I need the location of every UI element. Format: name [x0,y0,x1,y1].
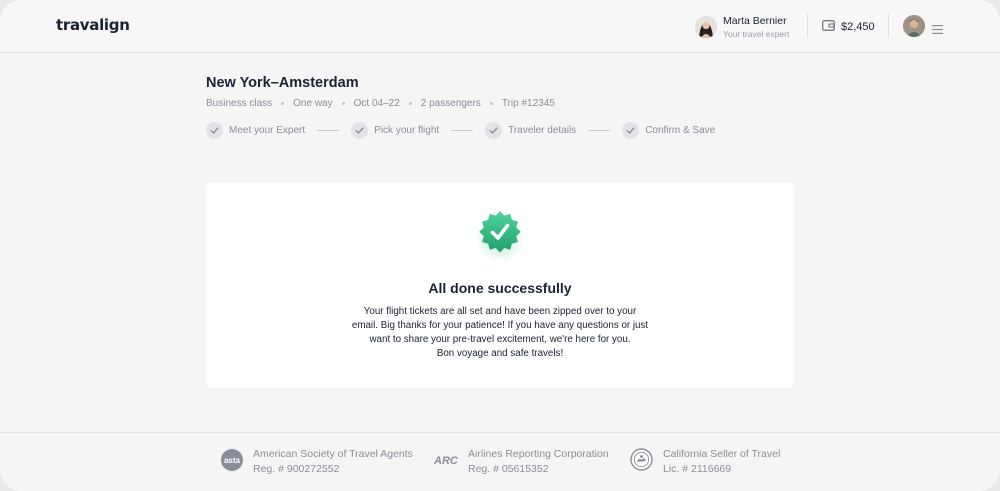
expert-role: Your travel expert [723,28,790,39]
step-label: Confirm & Save [645,125,716,136]
success-card: All done successfully Your flight ticket… [206,183,794,388]
step-label: Meet your Expert [229,125,306,136]
wallet-amount: $2,450 [841,21,875,33]
top-header: travalign Marta Bernier Your travel expe… [0,0,1000,53]
wallet-balance-button[interactable]: $2,450 [822,18,875,36]
hamburger-menu-icon[interactable] [932,21,943,39]
header-divider [888,14,889,38]
step-connector [451,130,474,131]
accreditation-name: American Society of Travel Agents [253,448,413,460]
step-label: Traveler details [508,125,577,136]
trip-type: One way [293,98,333,109]
travel-expert-profile[interactable]: Marta Bernier Your travel expert [695,14,789,40]
success-message-line: Bon voyage and safe travels! [436,348,564,359]
check-icon [351,122,369,139]
separator-dot [341,102,345,105]
trip-meta: Business class One way Oct 04–22 2 passe… [206,98,555,109]
accreditation-asta: asta American Society of Travel Agents R… [221,447,413,477]
asta-logo-icon: asta [221,448,243,476]
step-label: Pick your flight [374,125,440,136]
check-icon [206,122,223,139]
arc-logo-icon: ARC [433,453,459,472]
expert-name: Marta Bernier [723,15,787,27]
app-frame: travalign Marta Bernier Your travel expe… [0,0,1000,491]
user-avatar[interactable] [903,15,925,37]
success-message-line: want to share your pre-travel excitement… [369,334,631,345]
accreditation-name: California Seller of Travel [663,448,781,460]
accreditation-reg: Lic. # 2116669 [663,463,732,475]
success-message-line: email. Big thanks for your patience! If … [351,320,649,331]
svg-text:asta: asta [224,456,241,465]
trip-passengers: 2 passengers [420,98,481,109]
step-meet-expert[interactable]: Meet your Expert [206,122,305,139]
california-seal-icon [630,448,653,476]
separator-dot [408,102,412,105]
footer: asta American Society of Travel Agents R… [0,432,1000,491]
separator-dot [281,102,285,105]
accreditation-reg: Reg. # 05615352 [468,463,549,475]
trip-number: Trip #12345 [501,98,555,109]
svg-text:ARC: ARC [434,455,458,467]
success-title: All done successfully [428,280,572,296]
accreditation-name: Airlines Reporting Corporation [468,448,609,460]
check-icon [622,122,640,139]
check-icon [485,122,503,139]
trip-dates: Oct 04–22 [353,98,400,109]
step-pick-flight[interactable]: Pick your flight [351,122,439,139]
separator-dot [489,102,493,105]
expert-avatar [695,16,717,38]
booking-stepper: Meet your Expert Pick your flight Travel… [206,122,715,139]
accreditation-reg: Reg. # 900272552 [253,463,340,475]
brand-logo[interactable]: travalign [56,16,130,34]
accreditation-arc: ARC Airlines Reporting Corporation Reg. … [433,447,609,477]
trip-class: Business class [206,98,273,109]
wallet-icon [822,18,835,36]
success-message: Your flight tickets are all set and have… [340,305,660,361]
accreditation-california: California Seller of Travel Lic. # 21166… [630,447,780,477]
success-message-line: Your flight tickets are all set and have… [363,306,637,317]
step-connector [317,130,340,131]
trip-title: New York–Amsterdam [206,75,359,91]
header-divider [807,14,808,38]
step-confirm-save[interactable]: Confirm & Save [622,122,715,139]
step-connector [588,130,611,131]
success-badge-icon [474,208,526,265]
step-traveler-details[interactable]: Traveler details [485,122,576,139]
